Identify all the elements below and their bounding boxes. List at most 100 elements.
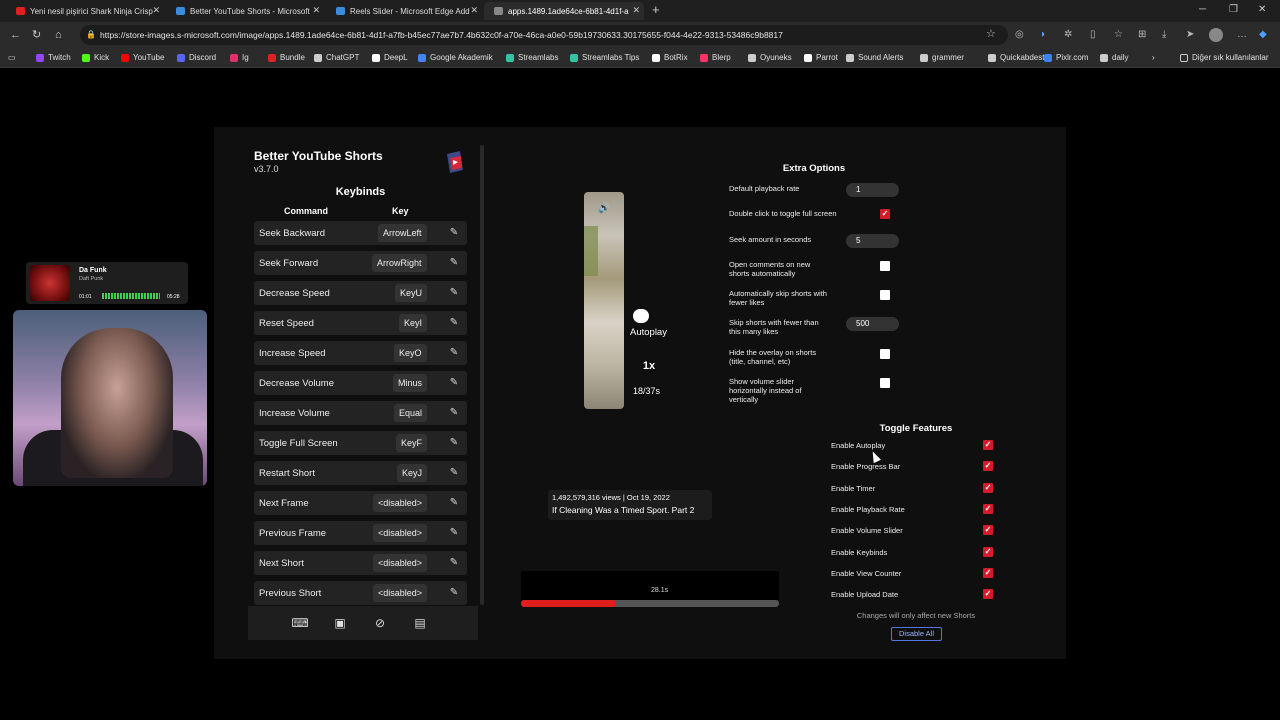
- pencil-icon[interactable]: ✎: [447, 436, 461, 450]
- volume-icon[interactable]: 🔊: [598, 203, 610, 214]
- pencil-icon[interactable]: ✎: [447, 406, 461, 420]
- keybind-key[interactable]: <disabled>: [373, 494, 428, 512]
- chevron-right-icon[interactable]: ›: [1152, 53, 1155, 62]
- playback-rate-button[interactable]: 1x: [636, 356, 662, 376]
- bookmark-oyuneks[interactable]: Oyuneks: [748, 53, 792, 62]
- pencil-icon[interactable]: ✎: [447, 376, 461, 390]
- bookmark-grammer[interactable]: grammer: [920, 53, 964, 62]
- bookmark-sound-alerts[interactable]: Sound Alerts: [846, 53, 903, 62]
- bookmark-bundle[interactable]: Bundle: [268, 53, 305, 62]
- reader-icon[interactable]: ◎: [1015, 29, 1024, 41]
- share-icon[interactable]: ➤: [1186, 29, 1194, 41]
- short-preview-video[interactable]: [584, 192, 624, 409]
- extra-option-checkbox[interactable]: [880, 261, 890, 271]
- url-field[interactable]: 🔒 https://store-images.s-microsoft.com/i…: [80, 25, 1008, 45]
- bookmark-quickabdest[interactable]: Quickabdest: [988, 53, 1044, 62]
- keybind-key[interactable]: <disabled>: [373, 554, 428, 572]
- keybind-key[interactable]: KeyO: [394, 344, 427, 362]
- favorites-icon[interactable]: ☆: [1114, 29, 1123, 41]
- keybind-key[interactable]: Minus: [393, 374, 428, 392]
- bookmark-pixlr-com[interactable]: Pixlr.com: [1044, 53, 1088, 62]
- pencil-icon[interactable]: ✎: [447, 526, 461, 540]
- apps-icon[interactable]: ▭: [8, 53, 16, 62]
- toggle-feature-checkbox[interactable]: ✓: [983, 482, 993, 493]
- extra-option-input[interactable]: 1: [846, 183, 899, 197]
- bookmark-daily[interactable]: daily: [1100, 53, 1128, 62]
- bookmark-google-akademik[interactable]: Google Akademik: [418, 53, 493, 62]
- close-icon[interactable]: ✕: [152, 5, 160, 16]
- bookmark-deepl[interactable]: DeepL: [372, 53, 408, 62]
- keybind-key[interactable]: ArrowRight: [372, 254, 427, 272]
- autoplay-toggle[interactable]: [633, 309, 649, 323]
- split-screen-icon[interactable]: ▯: [1090, 29, 1096, 41]
- close-icon[interactable]: ✕: [632, 5, 640, 16]
- pencil-icon[interactable]: ✎: [447, 586, 461, 600]
- pencil-icon[interactable]: ✎: [447, 316, 461, 330]
- extra-option-checkbox[interactable]: [880, 349, 890, 359]
- bookmark-streamlabs-tips[interactable]: Streamlabs Tips: [570, 53, 639, 62]
- back-icon[interactable]: ←: [10, 29, 21, 41]
- extra-option-checkbox[interactable]: [880, 378, 890, 388]
- bookmark-youtube[interactable]: YouTube: [121, 53, 164, 62]
- pencil-icon[interactable]: ✎: [447, 286, 461, 300]
- bookmark-ig[interactable]: Ig: [230, 53, 249, 62]
- close-icon[interactable]: ✕: [470, 5, 478, 16]
- copilot-icon[interactable]: ◆: [1259, 29, 1267, 41]
- toggle-feature-checkbox[interactable]: ✓: [983, 567, 993, 578]
- bookmark-chatgpt[interactable]: ChatGPT: [314, 53, 359, 62]
- toggle-feature-checkbox[interactable]: ✓: [983, 525, 993, 536]
- toggle-feature-checkbox[interactable]: ✓: [983, 546, 993, 557]
- more-icon[interactable]: …: [1237, 29, 1247, 41]
- tab-shark-ninja[interactable]: Yeni nesil pişirici Shark Ninja Crisp ✕: [6, 2, 164, 20]
- keybind-key[interactable]: KeyU: [395, 284, 428, 302]
- bookmark-twitch[interactable]: Twitch: [36, 53, 71, 62]
- keybinds-scrollbar[interactable]: [480, 145, 484, 605]
- keybind-key[interactable]: <disabled>: [373, 524, 428, 542]
- close-window-icon[interactable]: ✕: [1258, 4, 1266, 15]
- new-tab-button[interactable]: +: [652, 2, 660, 17]
- minimize-icon[interactable]: ─: [1199, 4, 1206, 15]
- bookmark-parrot[interactable]: Parrot: [804, 53, 838, 62]
- toggle-feature-checkbox[interactable]: ✓: [983, 589, 993, 600]
- bookmark-botrix[interactable]: BotRix: [652, 53, 688, 62]
- collections-icon[interactable]: ⊞: [1138, 29, 1146, 41]
- other-bookmarks[interactable]: Diğer sık kullanılanlar: [1180, 53, 1268, 62]
- keybind-key[interactable]: KeyJ: [397, 464, 428, 482]
- window-icon[interactable]: ▤: [411, 616, 429, 630]
- toggle-feature-checkbox[interactable]: ✓: [983, 461, 993, 472]
- pencil-icon[interactable]: ✎: [447, 496, 461, 510]
- video-settings-icon[interactable]: ▣: [331, 616, 349, 630]
- bookmark-streamlabs[interactable]: Streamlabs: [506, 53, 558, 62]
- pencil-icon[interactable]: ✎: [447, 556, 461, 570]
- download-icon[interactable]: ⤓: [1162, 29, 1166, 41]
- profile-avatar[interactable]: [1209, 28, 1223, 42]
- close-icon[interactable]: ✕: [312, 5, 320, 16]
- toggle-feature-checkbox[interactable]: ✓: [983, 440, 993, 450]
- pencil-icon[interactable]: ✎: [447, 466, 461, 480]
- keybind-key[interactable]: ArrowLeft: [378, 224, 427, 242]
- tab-better-youtube-shorts[interactable]: Better YouTube Shorts - Microsoft ✕: [166, 2, 324, 20]
- extra-option-checkbox[interactable]: [880, 290, 890, 300]
- keybind-key[interactable]: Equal: [394, 404, 428, 422]
- extra-option-input[interactable]: 500: [846, 317, 899, 331]
- pencil-icon[interactable]: ✎: [447, 346, 461, 360]
- favorite-star-icon[interactable]: ☆: [986, 28, 996, 40]
- pencil-icon[interactable]: ✎: [447, 256, 461, 270]
- tab-apps-image[interactable]: apps.1489.1ade64ce-6b81-4d1f-a ✕: [484, 2, 644, 20]
- keyboard-icon[interactable]: ⌨: [291, 616, 309, 630]
- read-aloud-icon[interactable]: ◗: [1040, 29, 1046, 41]
- keybind-key[interactable]: KeyI: [399, 314, 428, 332]
- bookmark-kick[interactable]: Kick: [82, 53, 109, 62]
- eye-off-icon[interactable]: ⊘: [371, 616, 389, 630]
- refresh-icon[interactable]: ↻: [32, 29, 41, 41]
- bookmark-discord[interactable]: Discord: [177, 53, 216, 62]
- restore-icon[interactable]: ❐: [1229, 4, 1238, 15]
- keybind-key[interactable]: <disabled>: [373, 584, 428, 602]
- extensions-icon[interactable]: ✲: [1064, 29, 1072, 41]
- extra-option-input[interactable]: 5: [846, 234, 899, 248]
- tab-reels-slider[interactable]: Reels Slider - Microsoft Edge Add ✕: [326, 2, 482, 20]
- toggle-feature-checkbox[interactable]: ✓: [983, 503, 993, 514]
- extra-option-checkbox[interactable]: ✓: [880, 209, 890, 219]
- keybind-key[interactable]: KeyF: [396, 434, 428, 452]
- disable-all-button[interactable]: Disable All: [891, 627, 942, 641]
